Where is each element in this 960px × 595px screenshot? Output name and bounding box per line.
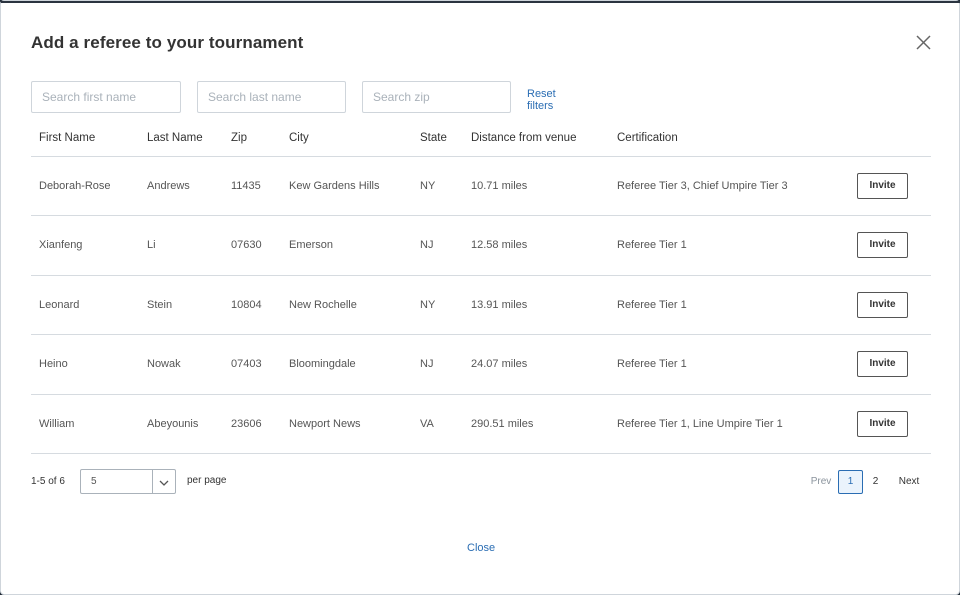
chevron-down-icon [158, 476, 170, 488]
cell-city: Newport News [289, 417, 361, 430]
cell-distance: 13.91 miles [471, 298, 528, 311]
next-page-button[interactable]: Next [893, 470, 925, 494]
table-row: Xianfeng Li 07630 Emerson NJ 12.58 miles… [31, 216, 931, 276]
close-icon[interactable] [913, 32, 935, 54]
header-certification[interactable]: Certification [617, 132, 678, 144]
header-last-name[interactable]: Last Name [147, 132, 203, 144]
search-zip-input[interactable] [362, 81, 511, 113]
cell-distance: 24.07 miles [471, 358, 528, 371]
invite-button[interactable]: Invite [857, 410, 908, 437]
per-page-value: 5 [91, 476, 97, 487]
cell-zip: 10804 [231, 298, 262, 311]
invite-button[interactable]: Invite [857, 291, 908, 318]
cell-distance: 12.58 miles [471, 239, 528, 252]
cell-certification: Referee Tier 3, Chief Umpire Tier 3 [617, 180, 788, 192]
cell-state: VA [420, 417, 434, 430]
cell-first-name: Leonard [39, 298, 80, 311]
cell-last-name: Nowak [147, 358, 181, 371]
page-1-button[interactable]: 1 [838, 470, 863, 494]
reset-filters-link[interactable]: Reset filters [527, 88, 556, 112]
cell-distance: 10.71 miles [471, 180, 528, 192]
table-header: First Name Last Name Zip City State Dist… [31, 125, 931, 157]
cell-certification: Referee Tier 1 [617, 358, 687, 371]
header-first-name[interactable]: First Name [39, 132, 95, 144]
add-referee-modal: Add a referee to your tournament Reset f… [0, 0, 960, 595]
cell-zip: 23606 [231, 417, 262, 430]
cell-state: NJ [420, 239, 434, 252]
select-divider [152, 470, 153, 493]
cell-first-name: William [39, 417, 75, 430]
cell-state: NY [420, 180, 436, 192]
cell-last-name: Andrews [147, 180, 190, 192]
cell-city: Kew Gardens Hills [289, 180, 380, 192]
cell-last-name: Abeyounis [147, 417, 199, 430]
cell-zip: 07630 [231, 239, 262, 252]
cell-last-name: Li [147, 239, 156, 252]
cell-first-name: Heino [39, 358, 68, 371]
cell-city: New Rochelle [289, 298, 357, 311]
cell-first-name: Deborah-Rose [39, 180, 111, 192]
per-page-select[interactable]: 5 [80, 469, 176, 494]
referee-table: First Name Last Name Zip City State Dist… [31, 125, 931, 454]
invite-button[interactable]: Invite [857, 173, 908, 199]
cell-state: NJ [420, 358, 434, 371]
cell-certification: Referee Tier 1 [617, 298, 687, 311]
search-first-name-input[interactable] [31, 81, 181, 113]
results-range: 1-5 of 6 [31, 476, 65, 487]
prev-page-button[interactable]: Prev [806, 470, 836, 494]
invite-button[interactable]: Invite [857, 232, 908, 259]
table-row: Deborah-Rose Andrews 11435 Kew Gardens H… [31, 157, 931, 217]
cell-city: Bloomingdale [289, 358, 356, 371]
cell-zip: 11435 [231, 180, 261, 192]
search-last-name-input[interactable] [197, 81, 346, 113]
modal-title: Add a referee to your tournament [31, 33, 304, 52]
header-city[interactable]: City [289, 132, 309, 144]
header-state[interactable]: State [420, 132, 447, 144]
cell-last-name: Stein [147, 298, 173, 311]
cell-state: NY [420, 298, 436, 311]
header-distance[interactable]: Distance from venue [471, 132, 576, 144]
table-row: Heino Nowak 07403 Bloomingdale NJ 24.07 … [31, 335, 931, 395]
invite-button[interactable]: Invite [857, 351, 908, 378]
table-row: Leonard Stein 10804 New Rochelle NY 13.9… [31, 276, 931, 336]
cell-certification: Referee Tier 1 [617, 239, 687, 252]
table-row: William Abeyounis 23606 Newport News VA … [31, 395, 931, 454]
header-zip[interactable]: Zip [231, 132, 247, 144]
page-2-button[interactable]: 2 [863, 470, 888, 494]
cell-first-name: Xianfeng [39, 239, 83, 252]
modal-top-edge [1, 1, 960, 3]
cell-city: Emerson [289, 239, 334, 252]
per-page-label: per page [187, 475, 227, 486]
cell-certification: Referee Tier 1, Line Umpire Tier 1 [617, 417, 783, 430]
close-link[interactable]: Close [467, 542, 495, 554]
cell-zip: 07403 [231, 358, 262, 371]
cell-distance: 290.51 miles [471, 417, 534, 430]
table-footer: 1-5 of 6 5 per page Prev 1 2 Next [31, 469, 931, 495]
